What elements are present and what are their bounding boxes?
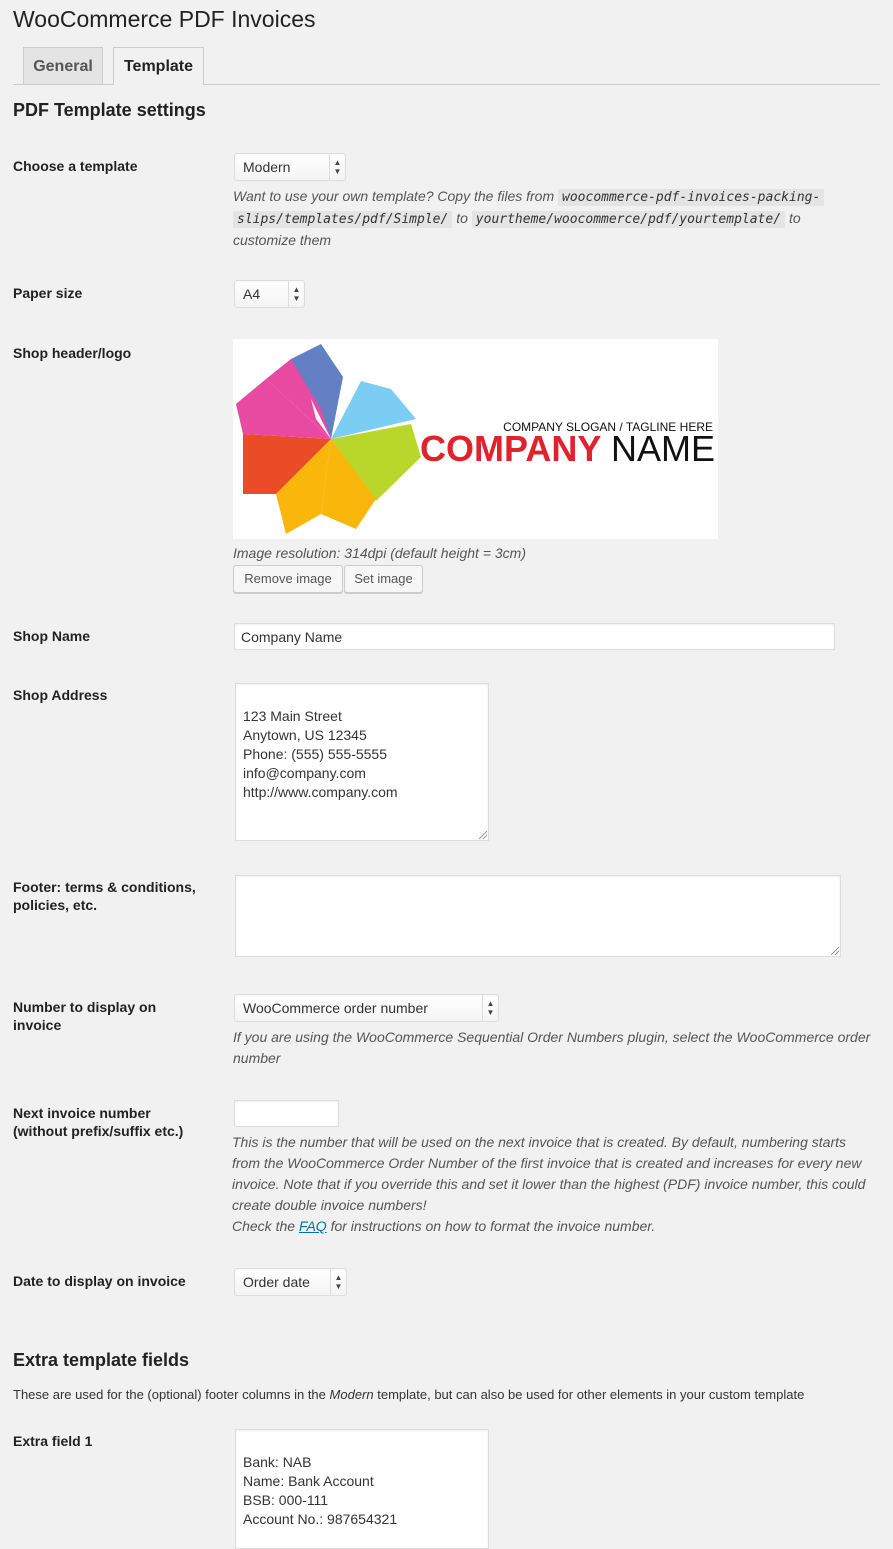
set-image-button[interactable]: Set image [344,565,423,593]
next-invoice-desc-line-1: This is the number that will be used on … [232,1134,846,1150]
number-display-desc-line-2: number [233,1050,281,1066]
date-display-select[interactable]: Order date ▲ ▼ [234,1268,347,1296]
shop-name-label: Shop Name [13,628,91,644]
number-display-desc-line-1: If you are using the WooCommerce Sequent… [233,1029,871,1045]
company-logo-icon: COMPANY SLOGAN / TAGLINE HERE COMPANY NA… [236,344,715,534]
faq-post-text: for instructions on how to format the in… [330,1218,656,1234]
remove-image-button[interactable]: Remove image [233,565,343,593]
faq-pre-text: Check the [232,1218,296,1234]
section-title-extra-fields: Extra template fields [13,1350,190,1370]
template-desc-to-2: to [788,210,801,226]
image-resolution-text: Image resolution: 314dpi (default height… [233,545,527,561]
extra-desc-pre: These are used for the (optional) footer… [13,1387,326,1402]
extra-field-1-textarea[interactable]: Bank: NAB Name: Bank Account BSB: 000-11… [235,1429,489,1549]
footer-label-line-1: Footer: terms & conditions, [13,879,196,895]
next-invoice-label-line-1: Next invoice number [13,1105,151,1121]
extra-field-1-value: Bank: NAB Name: Bank Account BSB: 000-11… [243,1454,398,1527]
shop-address-label: Shop Address [13,687,108,703]
template-desc-post: customize them [233,232,332,248]
number-display-label-line-2: invoice [13,1017,62,1033]
footer-label: Footer: terms & conditions, policies, et… [13,878,196,914]
template-label: Choose a template [13,158,138,174]
template-description: Want to use your own template? Copy the … [233,186,873,251]
next-invoice-desc-line-3: invoice. Note that if you override this … [232,1176,866,1192]
select-arrows-icon: ▲ ▼ [330,1269,346,1295]
extra-desc-em: Modern [329,1387,374,1402]
template-desc-to: to [456,210,468,226]
date-display-value: Order date [243,1274,310,1290]
page-title: WooCommerce PDF Invoices [13,6,316,32]
extra-fields-description: These are used for the (optional) footer… [13,1387,804,1402]
shop-logo-image: COMPANY SLOGAN / TAGLINE HERE COMPANY NA… [233,339,718,539]
number-display-description: If you are using the WooCommerce Sequent… [233,1027,883,1069]
paper-size-value: A4 [243,286,261,302]
tab-template[interactable]: Template [113,47,204,85]
next-invoice-label: Next invoice number (without prefix/suff… [13,1104,183,1140]
resize-handle-icon[interactable] [479,831,487,839]
next-invoice-label-line-2: (without prefix/suffix etc.) [13,1123,184,1139]
next-invoice-input[interactable] [234,1100,339,1127]
extra-desc-post: template, but can also be used for other… [377,1387,805,1402]
next-invoice-desc-line-2: from the WooCommerce Order Number of the… [232,1155,862,1171]
next-invoice-desc-line-4: create double invoice numbers! [232,1197,427,1213]
footer-label-line-2: policies, etc. [13,897,98,913]
template-select[interactable]: Modern ▲ ▼ [234,153,346,181]
template-path-from-2: slips/templates/pdf/Simple/ [233,211,453,228]
section-title-pdf-template: PDF Template settings [13,100,206,120]
paper-size-label: Paper size [13,285,83,301]
tab-general[interactable]: General [23,47,103,84]
select-arrows-icon: ▲ ▼ [482,995,498,1021]
footer-textarea[interactable] [235,875,841,957]
number-display-label-line-1: Number to display on [13,999,157,1015]
shop-logo-label: Shop header/logo [13,345,132,361]
template-path-from-1: woocommerce-pdf-invoices-packing- [558,189,825,206]
date-display-label: Date to display on invoice [13,1273,186,1289]
number-display-value: WooCommerce order number [243,1000,428,1016]
logo-name-word: NAME [611,428,715,469]
template-select-value: Modern [243,159,291,175]
select-arrows-icon: ▲ ▼ [288,281,304,307]
number-display-select[interactable]: WooCommerce order number ▲ ▼ [234,994,499,1022]
shop-name-input[interactable] [234,623,835,650]
select-arrows-icon: ▲ ▼ [329,154,345,180]
shop-address-value: 123 Main Street Anytown, US 12345 Phone:… [243,708,398,800]
next-invoice-description: This is the number that will be used on … [232,1132,887,1237]
resize-handle-icon[interactable] [831,947,839,955]
extra-field-1-label: Extra field 1 [13,1433,93,1449]
number-display-label: Number to display on invoice [13,998,156,1034]
paper-size-select[interactable]: A4 ▲ ▼ [234,280,305,308]
shop-address-textarea[interactable]: 123 Main Street Anytown, US 12345 Phone:… [235,683,489,841]
faq-link[interactable]: FAQ [299,1218,327,1234]
template-path-to: yourtheme/woocommerce/pdf/yourtemplate/ [471,211,786,228]
logo-company-word: COMPANY [420,428,601,469]
template-desc-text: Want to use your own template? Copy the … [233,188,555,204]
